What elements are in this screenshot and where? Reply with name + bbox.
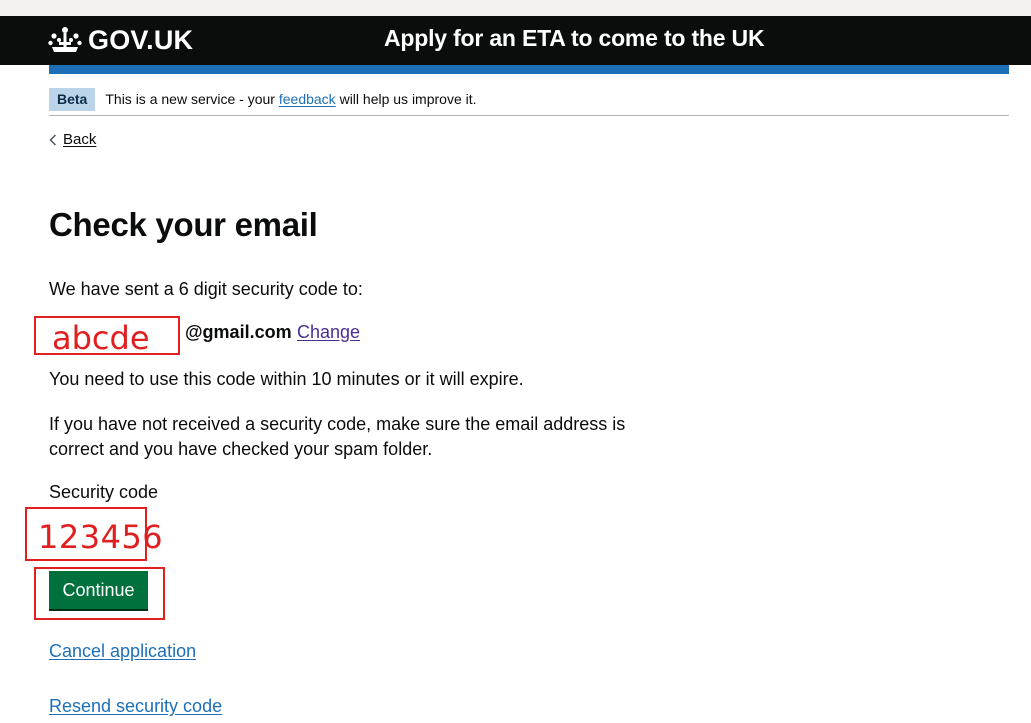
page-title: Check your email xyxy=(49,206,318,243)
security-code-value: 123456 xyxy=(38,518,164,556)
phase-banner-text: This is a new service - your feedback wi… xyxy=(105,91,476,107)
resend-code-link[interactable]: Resend security code xyxy=(49,696,222,717)
govuk-header: GOV.UK Apply for an ETA to come to the U… xyxy=(0,16,1031,65)
phase-text-after: will help us improve it. xyxy=(335,91,477,107)
email-domain-text: @gmail.com xyxy=(185,322,292,342)
continue-button[interactable]: Continue xyxy=(49,571,148,609)
expire-text: You need to use this code within 10 minu… xyxy=(49,369,524,389)
logo-text: GOV.UK xyxy=(88,24,194,55)
sent-code-text: We have sent a 6 digit security code to: xyxy=(49,279,363,299)
header-accent-bar xyxy=(49,65,1009,74)
browser-top-strip xyxy=(0,0,1031,16)
govuk-logo-link[interactable]: GOV.UK xyxy=(48,22,193,58)
chevron-left-icon xyxy=(49,133,57,146)
feedback-link[interactable]: feedback xyxy=(279,91,336,107)
phase-banner: Beta This is a new service - your feedba… xyxy=(49,83,1009,116)
back-link-container[interactable]: Back xyxy=(49,131,96,148)
change-email-link[interactable]: Change xyxy=(297,322,360,343)
email-address-row: abcde @gmail.com Change xyxy=(34,313,394,357)
email-user-text: abcde xyxy=(52,319,150,357)
service-name-link[interactable]: Apply for an ETA to come to the UK xyxy=(384,25,765,52)
security-code-input[interactable]: 123456 xyxy=(25,507,163,561)
phase-text-before: This is a new service - your xyxy=(105,91,279,107)
cancel-application-link[interactable]: Cancel application xyxy=(49,641,196,662)
beta-tag: Beta xyxy=(49,87,96,111)
back-link[interactable]: Back xyxy=(63,131,96,148)
crown-icon xyxy=(48,27,82,52)
security-code-label: Security code xyxy=(49,482,159,502)
spam-hint-text: If you have not received a security code… xyxy=(49,414,626,459)
